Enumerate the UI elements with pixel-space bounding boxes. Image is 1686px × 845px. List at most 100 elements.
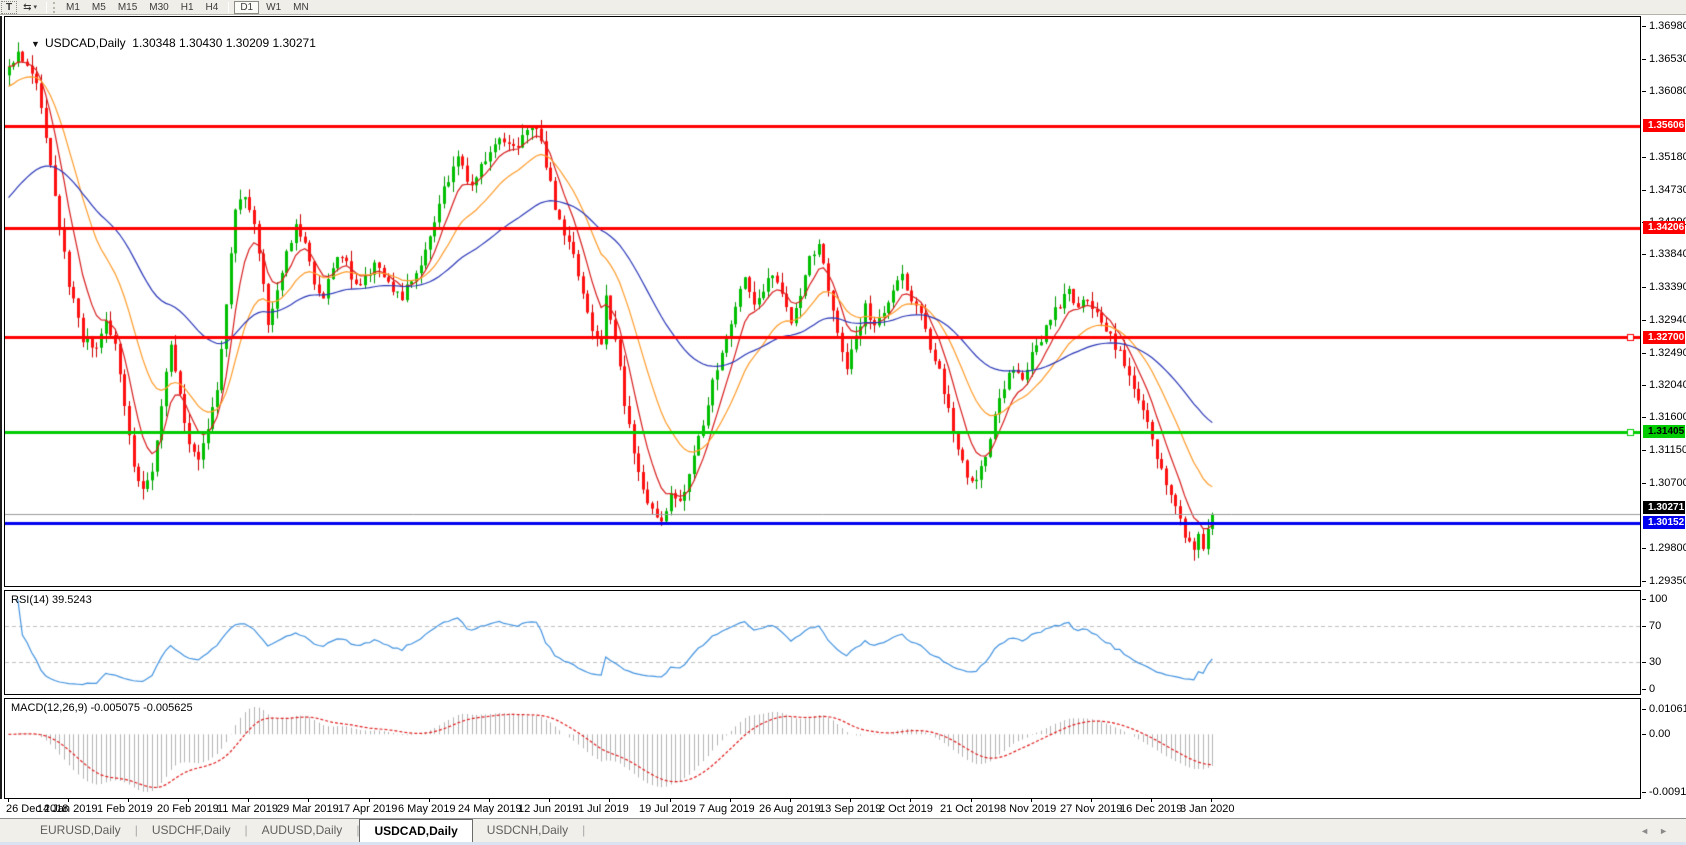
date-tick-label: 8 Nov 2019: [1000, 803, 1057, 815]
date-tick-label: 21 Oct 2019: [940, 803, 1000, 815]
timeframe-button-mn[interactable]: MN: [288, 1, 314, 14]
rsi-tick-mark: [1642, 599, 1646, 600]
text-tool-button[interactable]: T: [1, 0, 18, 14]
price-tick-label: 1.32940: [1649, 314, 1686, 326]
date-tick-label: 1 Jul 2019: [578, 803, 629, 815]
chart-tabs: EURUSD,Daily | USDCHF,Daily | AUDUSD,Daily | U…: [0, 818, 585, 842]
date-tick-label: 24 May 2019: [458, 803, 522, 815]
tab-eurusd[interactable]: EURUSD,Daily: [26, 819, 135, 842]
window-frame-edge: [0, 16, 2, 799]
tab-scroll-left-icon[interactable]: ◄: [1640, 826, 1659, 836]
date-tick-label: 6 May 2019: [398, 803, 456, 815]
price-chart-canvas[interactable]: [5, 17, 1640, 586]
ohlc-low: 1.30209: [225, 36, 270, 50]
timeframe-button-m5[interactable]: M5: [87, 1, 111, 14]
chart-symbol-label: USDCAD,Daily: [44, 36, 126, 50]
date-tick-mark: [790, 799, 791, 802]
timeframe-button-h4[interactable]: H4: [201, 1, 224, 14]
tab-usdcad[interactable]: USDCAD,Daily: [359, 819, 473, 842]
chart-legend: ▼ USDCAD,Daily 1.30348 1.30430 1.30209 1.…: [11, 22, 316, 64]
price-line-label: 1.34206: [1643, 221, 1685, 234]
date-tick-mark: [369, 799, 370, 802]
date-tick-mark: [188, 799, 189, 802]
price-tick-mark: [1642, 26, 1646, 27]
date-tick-label: 13 Sep 2019: [819, 803, 882, 815]
price-tick-label: 1.31600: [1649, 411, 1686, 423]
price-tick-mark: [1642, 287, 1646, 288]
date-tick-mark: [308, 799, 309, 802]
tab-separator: |: [582, 823, 586, 837]
toolbar-separator: [228, 1, 230, 13]
date-tick-mark: [1091, 799, 1092, 802]
tab-scroll-right-icon[interactable]: ►: [1659, 826, 1678, 836]
rsi-indicator-panel: RSI(14) 39.5243: [4, 590, 1641, 695]
date-tick-mark: [549, 799, 550, 802]
rsi-tick-label: 0: [1649, 683, 1656, 695]
date-tick-mark: [1211, 799, 1212, 802]
timeframe-button-m30[interactable]: M30: [144, 1, 173, 14]
rsi-canvas[interactable]: [5, 591, 1640, 694]
date-tick-mark: [971, 799, 972, 802]
date-tick-label: 17 Apr 2019: [338, 803, 398, 815]
price-tick-label: 1.33390: [1649, 281, 1686, 293]
timeframe-button-group: M1 M5 M15 M30 H1 H4 D1 W1 MN: [60, 0, 315, 14]
price-tick-mark: [1642, 157, 1646, 158]
macd-tick-mark: [1642, 709, 1646, 710]
price-tick-mark: [1642, 450, 1646, 451]
macd-tick-mark: [1642, 792, 1646, 793]
tab-usdcnh[interactable]: USDCNH,Daily: [473, 819, 582, 842]
rsi-label: RSI(14) 39.5243: [11, 594, 92, 606]
timeframe-button-d1[interactable]: D1: [234, 0, 260, 14]
price-tick-label: 1.29800: [1649, 542, 1686, 554]
price-tick-mark: [1642, 417, 1646, 418]
date-tick-mark: [1031, 799, 1032, 802]
rsi-tick-label: 70: [1649, 620, 1662, 632]
price-tick-label: 1.36980: [1649, 20, 1686, 32]
timeframe-button-m15[interactable]: M15: [113, 1, 142, 14]
toolbar-separator: [46, 1, 48, 13]
price-tick-label: 1.30700: [1649, 477, 1686, 489]
price-tick-mark: [1642, 254, 1646, 255]
price-tick-label: 1.36530: [1649, 53, 1686, 65]
price-line-label: 1.35606: [1643, 119, 1685, 132]
price-tick-mark: [1642, 190, 1646, 191]
price-tick-mark: [1642, 483, 1646, 484]
toolbar-grip[interactable]: [53, 1, 56, 13]
price-chart-panel: ▼ USDCAD,Daily 1.30348 1.30430 1.30209 1.…: [4, 16, 1641, 587]
macd-canvas[interactable]: [5, 699, 1640, 798]
date-tick-label: 20 Feb 2019: [157, 803, 219, 815]
timeframe-button-w1[interactable]: W1: [261, 1, 286, 14]
price-tick-mark: [1642, 385, 1646, 386]
price-tick-label: 1.32040: [1649, 379, 1686, 391]
timeframe-button-m1[interactable]: M1: [61, 1, 85, 14]
date-tick-mark: [68, 799, 69, 802]
date-tick-mark: [489, 799, 490, 802]
price-tick-mark: [1642, 581, 1646, 582]
style-tool-icon: ⇆: [23, 1, 32, 13]
symbol-dropdown-icon[interactable]: ▼: [31, 39, 40, 49]
tab-scroll-arrows: ◄►: [1640, 826, 1678, 836]
macd-indicator-panel: MACD(12,26,9) -0.005075 -0.005625: [4, 698, 1641, 799]
macd-tick-label: -0.009181: [1649, 786, 1686, 798]
price-axis: 1.36980 1.36530 1.36080 1.35180 1.34730 1.342…: [1642, 16, 1686, 799]
rsi-tick-mark: [1642, 626, 1646, 627]
date-tick-label: 1 Feb 2019: [97, 803, 153, 815]
rsi-tick-label: 30: [1649, 656, 1662, 668]
price-tick-label: 1.31150: [1649, 444, 1686, 456]
style-tool-button[interactable]: ⇆ ▾: [19, 1, 41, 14]
price-tick-label: 1.34730: [1649, 184, 1686, 196]
rsi-tick-mark: [1642, 662, 1646, 663]
macd-tick-mark: [1642, 734, 1646, 735]
ohlc-high: 1.30430: [179, 36, 223, 50]
timeframe-button-h1[interactable]: H1: [176, 1, 199, 14]
date-tick-label: 7 Aug 2019: [699, 803, 755, 815]
date-tick-label: 11 Mar 2019: [217, 803, 278, 815]
date-tick-label: 29 Mar 2019: [277, 803, 339, 815]
tab-usdchf[interactable]: USDCHF,Daily: [138, 819, 245, 842]
date-tick-mark: [429, 799, 430, 802]
price-tick-label: 1.32490: [1649, 347, 1686, 359]
chart-tab-bar: EURUSD,Daily | USDCHF,Daily | AUDUSD,Daily | U…: [0, 818, 1686, 842]
tab-audusd[interactable]: AUDUSD,Daily: [248, 819, 357, 842]
ohlc-close: 1.30271: [272, 36, 316, 50]
price-tick-label: 1.36080: [1649, 85, 1686, 97]
